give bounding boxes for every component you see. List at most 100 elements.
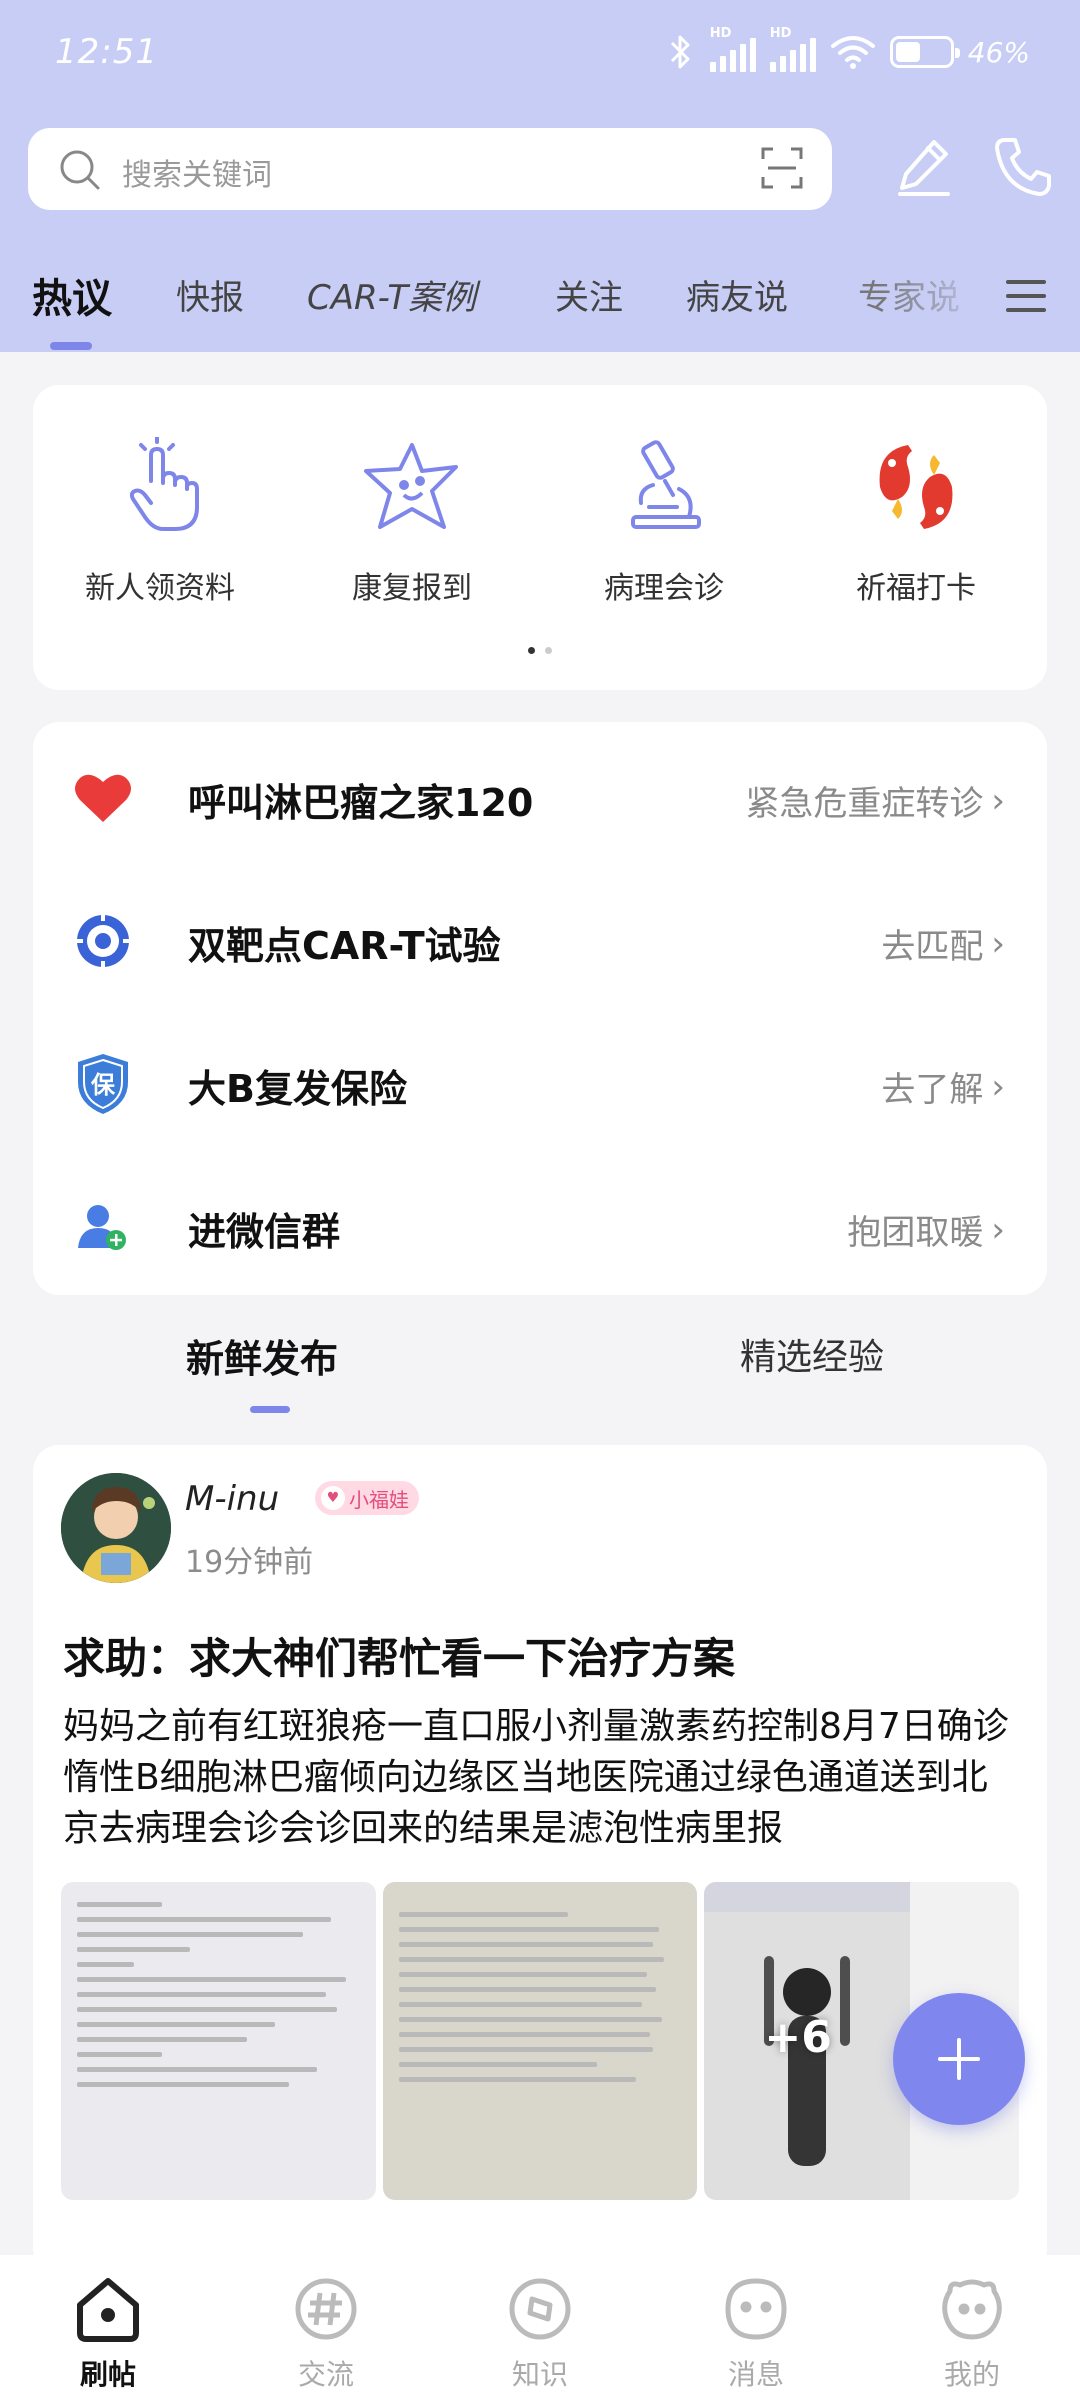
more-images-count: +6 (764, 2012, 832, 2063)
post-card[interactable]: M-inu ♥ 小福娃 19分钟前 求助：求大神们帮忙看一下治疗方案 妈妈之前有… (33, 1445, 1047, 2275)
page-dot (545, 647, 552, 654)
home-icon (48, 2269, 168, 2349)
post-time: 19分钟前 (185, 1545, 314, 1580)
service-action: 去了解 › (881, 1062, 1005, 1111)
nav-item-profile[interactable]: 我的 (912, 2269, 1032, 2393)
signal-hd-label: HD (769, 26, 792, 41)
plus-icon (938, 2038, 980, 2080)
service-title: 呼叫淋巴瘤之家120 (188, 781, 534, 825)
tab-following[interactable]: 关注 (555, 270, 623, 319)
post-title[interactable]: 求助：求大神们帮忙看一下治疗方案 (63, 1625, 735, 1686)
chevron-right-icon: › (991, 780, 1005, 821)
search-icon (58, 148, 102, 196)
badge-icon: ♥ (321, 1486, 345, 1510)
nav-item-messages[interactable]: 消息 (696, 2269, 816, 2393)
service-title: 双靶点CAR-T试验 (188, 924, 501, 968)
signal-icon-2: HD (769, 26, 816, 72)
service-row-lymphoma-120[interactable]: 呼叫淋巴瘤之家120 紧急危重症转诊 › (33, 746, 1047, 846)
create-post-button[interactable] (893, 1993, 1025, 2125)
tab-patient-talk[interactable]: 病友说 (686, 270, 788, 319)
edit-pen-icon[interactable] (896, 136, 952, 200)
bottom-nav: 刷帖 交流 知识 消息 我的 (0, 2255, 1080, 2400)
quick-action-label: 新人领资料 (85, 571, 235, 606)
scan-icon[interactable] (760, 146, 804, 194)
feed-tab-indicator (250, 1406, 290, 1413)
quick-action-label: 康复报到 (352, 571, 472, 606)
post-images: +6 (61, 1882, 1020, 2200)
page-dot-active (528, 647, 535, 654)
tab-active-indicator (50, 342, 92, 350)
nav-item-home[interactable]: 刷帖 (48, 2269, 168, 2393)
author-badge: ♥ 小福娃 (315, 1481, 419, 1515)
koi-fish-icon (816, 437, 1016, 537)
quick-action-recovery-checkin[interactable]: 康复报到 (312, 437, 512, 607)
heart-icon (73, 768, 133, 828)
post-body[interactable]: 妈妈之前有红斑狼疮一直口服小剂量激素药控制8月7日确诊惰性B细胞淋巴瘤倾向边缘区… (63, 1701, 1023, 1854)
shield-icon: 保 (73, 1054, 133, 1114)
add-user-icon (73, 1197, 133, 1257)
service-action-label: 去匹配 (881, 927, 984, 967)
search-input[interactable]: 搜索关键词 (28, 128, 832, 210)
quick-action-pathology-consult[interactable]: 病理会诊 (564, 437, 764, 607)
menu-icon[interactable] (1004, 276, 1048, 320)
chevron-right-icon: › (991, 1209, 1005, 1250)
service-title: 大B复发保险 (188, 1067, 407, 1111)
post-image-2[interactable] (382, 1882, 698, 2200)
service-row-insurance[interactable]: 保 大B复发保险 去了解 › (33, 1032, 1047, 1132)
category-tabs: 热议 快报 CAR-T案例 关注 病友说 专家说 (0, 262, 1080, 352)
status-bar: 12:51 HD HD 46% (0, 0, 1080, 105)
battery-fill (895, 42, 920, 62)
phone-icon[interactable] (993, 134, 1053, 202)
service-action: 紧急危重症转诊 › (745, 776, 1005, 825)
tab-car-t-cases[interactable]: CAR-T案例 (307, 270, 476, 319)
author-badge-label: 小福娃 (349, 1487, 409, 1512)
tap-hand-icon (60, 437, 260, 537)
search-placeholder: 搜索关键词 (122, 158, 272, 193)
battery-icon (889, 36, 960, 68)
service-row-wechat-group[interactable]: 进微信群 抱团取暖 › (33, 1175, 1047, 1275)
post-image-1[interactable] (61, 1882, 376, 2200)
chat-face-icon (696, 2269, 816, 2349)
chevron-right-icon: › (991, 923, 1005, 964)
microscope-icon (564, 437, 764, 537)
quick-action-newcomer[interactable]: 新人领资料 (60, 437, 260, 607)
nav-item-knowledge[interactable]: 知识 (480, 2269, 600, 2393)
nav-label: 消息 (727, 2358, 784, 2391)
tab-fade (880, 262, 990, 332)
battery-percent: 46% (967, 35, 1030, 69)
status-icons: HD HD 46% (666, 26, 1030, 74)
tab-featured-experience[interactable]: 精选经验 (740, 1328, 884, 1380)
profile-face-icon (912, 2269, 1032, 2349)
service-row-car-t-trial[interactable]: 双靶点CAR-T试验 去匹配 › (33, 889, 1047, 989)
target-icon (73, 911, 133, 971)
signal-icon-1: HD (709, 26, 756, 72)
author-name[interactable]: M-inu (185, 1479, 279, 1519)
service-action-label: 紧急危重症转诊 (745, 784, 984, 824)
quick-action-label: 病理会诊 (604, 571, 724, 606)
tab-fresh-posts[interactable]: 新鲜发布 (186, 1328, 338, 1383)
wifi-icon (830, 34, 876, 70)
page-indicator (33, 647, 1047, 654)
status-time: 12:51 (55, 32, 158, 72)
quick-actions-card: 新人领资料 康复报到 病理会诊 祈福打卡 (33, 385, 1047, 690)
compass-icon (480, 2269, 600, 2349)
service-action-label: 去了解 (881, 1070, 984, 1110)
service-action-label: 抱团取暖 (847, 1213, 984, 1253)
services-card: 呼叫淋巴瘤之家120 紧急危重症转诊 › 双靶点CAR-T试验 去匹配 › 保 大B… (33, 722, 1047, 1295)
nav-item-community[interactable]: 交流 (266, 2269, 386, 2393)
quick-action-blessing-checkin[interactable]: 祈福打卡 (816, 437, 1016, 607)
bluetooth-icon (666, 32, 696, 72)
nav-label: 交流 (297, 2358, 354, 2391)
shield-icon-text: 保 (90, 1071, 116, 1099)
quick-action-label: 祈福打卡 (856, 571, 976, 606)
avatar[interactable] (61, 1473, 171, 1583)
feed-tabs: 新鲜发布 精选经验 (0, 1300, 1080, 1413)
service-action: 抱团取暖 › (847, 1205, 1005, 1254)
tab-hot[interactable]: 热议 (32, 266, 112, 324)
nav-label: 知识 (511, 2358, 568, 2391)
nav-label: 我的 (943, 2358, 1000, 2391)
star-face-icon (312, 437, 512, 537)
signal-hd-label: HD (709, 26, 732, 41)
service-title: 进微信群 (188, 1210, 341, 1254)
tab-news[interactable]: 快报 (176, 270, 244, 319)
